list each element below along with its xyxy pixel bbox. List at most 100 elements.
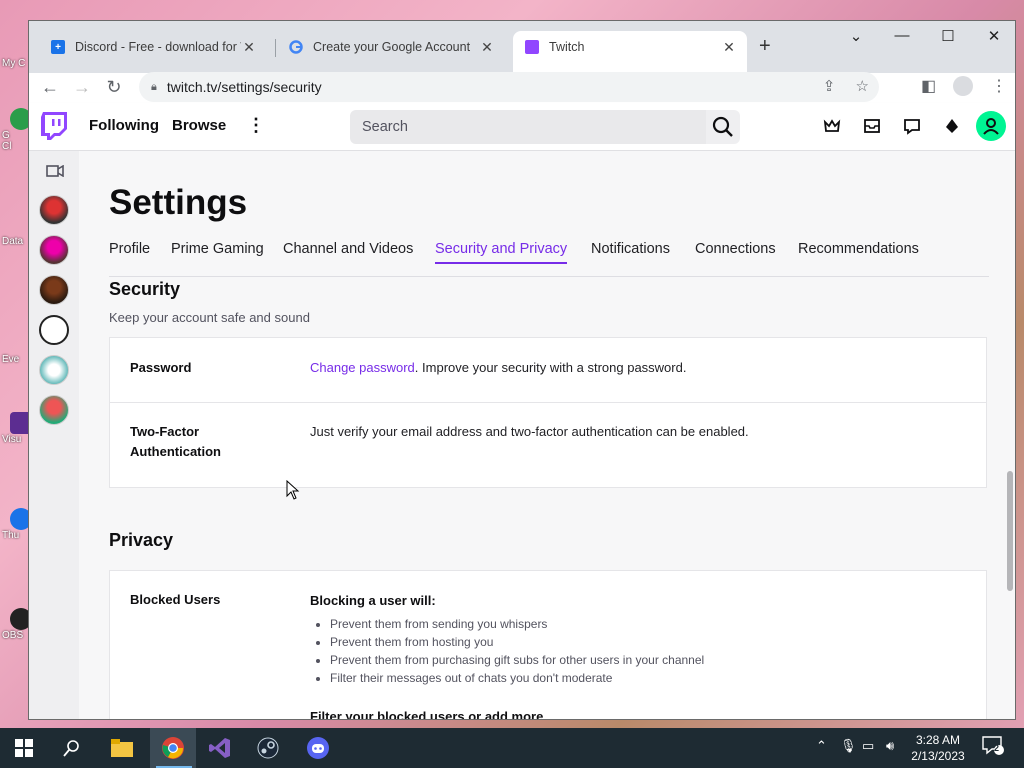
lock-icon[interactable]: 🔒︎ [151, 81, 157, 94]
twitch-logo-icon[interactable] [41, 112, 67, 140]
desktop-icon-thunderbird[interactable]: Thu [2, 508, 32, 541]
tab-recommendations[interactable]: Recommendations [798, 241, 919, 257]
mouse-cursor-icon [286, 480, 300, 500]
close-window-icon[interactable]: ✕ [971, 27, 1015, 45]
discord-favicon-icon: + [51, 40, 65, 54]
file-explorer-icon[interactable] [108, 734, 136, 762]
page-scrollbar[interactable] [1007, 471, 1013, 591]
password-label: Password [130, 360, 192, 375]
bits-gem-icon[interactable] [942, 117, 962, 137]
tab-title: Twitch [549, 40, 585, 54]
user-avatar[interactable] [976, 111, 1006, 141]
close-tab-icon[interactable]: ✕ [241, 39, 257, 56]
tab-google-account[interactable]: Create your Google Account ✕ [277, 31, 505, 63]
browser-window: + Discord - Free - download for W ✕ Crea… [28, 20, 1016, 720]
prime-crown-icon[interactable] [822, 117, 842, 137]
google-favicon-icon [289, 40, 303, 54]
settings-tabs: Profile Prime Gaming Channel and Videos … [109, 241, 989, 277]
whispers-icon[interactable] [902, 117, 922, 137]
search-button[interactable] [706, 110, 740, 144]
channel-avatar[interactable] [39, 235, 69, 265]
bookmark-star-icon[interactable]: ☆ [856, 78, 869, 95]
desktop-icon-obs[interactable]: OBS [2, 608, 32, 641]
twitch-favicon-icon [525, 40, 539, 54]
followed-channels-camera-icon[interactable] [46, 165, 64, 177]
network-icon[interactable]: ▭ [862, 738, 874, 754]
privacy-heading: Privacy [109, 530, 174, 550]
volume-icon[interactable]: 🔊︎ [886, 738, 894, 754]
chrome-taskbar-icon[interactable] [150, 728, 196, 768]
minimize-icon[interactable]: — [879, 27, 925, 44]
search-input[interactable]: Search [350, 110, 706, 144]
password-row: Password Change password. Improve your s… [110, 338, 986, 403]
channel-avatar[interactable] [39, 315, 69, 345]
desktop-icon-google-chrome[interactable]: G Cl [2, 108, 32, 152]
two-factor-row: Two-Factor Authentication Just verify yo… [110, 403, 986, 488]
more-options-icon[interactable]: ⋮ [247, 115, 265, 136]
clock-date: 2/13/2023 [911, 749, 965, 763]
maximize-icon[interactable]: ☐ [925, 27, 971, 45]
password-help-text: . Improve your security with a strong pa… [414, 360, 687, 375]
browser-menu-icon[interactable]: ⋮ [991, 76, 1007, 96]
back-arrow-icon[interactable]: ← [39, 77, 61, 98]
desktop-icon-visual-studio[interactable]: Visu [2, 412, 32, 445]
notification-center-icon[interactable]: 2 [982, 736, 1004, 759]
tab-notifications[interactable]: Notifications [591, 241, 670, 257]
tab-prime-gaming[interactable]: Prime Gaming [171, 241, 264, 257]
notification-count-badge: 2 [994, 743, 1000, 753]
inbox-icon[interactable] [862, 117, 882, 137]
page-title: Settings [109, 183, 248, 222]
tab-profile[interactable]: Profile [109, 241, 150, 257]
privacy-card: Blocked Users Blocking a user will: Prev… [109, 570, 987, 719]
search-icon[interactable] [58, 734, 86, 762]
tab-channel-and-videos[interactable]: Channel and Videos [283, 241, 413, 257]
close-tab-icon[interactable]: ✕ [721, 39, 737, 56]
desktop-icon-everything[interactable]: Eve [2, 354, 28, 365]
share-icon[interactable]: ⇪ [823, 78, 836, 95]
channel-avatar[interactable] [39, 395, 69, 425]
tab-security-and-privacy[interactable]: Security and Privacy [435, 241, 568, 264]
tab-search-chevron-down-icon[interactable]: ⌄ [833, 27, 879, 45]
nav-browse-link[interactable]: Browse [172, 117, 226, 134]
discord-icon[interactable] [304, 734, 332, 762]
microphone-icon[interactable]: 🎙︎ [840, 738, 857, 754]
url-text: twitch.tv/settings/security [166, 79, 322, 95]
desktop-icon-my-computer[interactable]: My C [2, 58, 28, 69]
side-panel-icon[interactable]: ◧ [921, 76, 936, 96]
steam-icon[interactable] [254, 734, 282, 762]
reload-icon[interactable]: ↻ [103, 77, 125, 98]
list-item: Prevent them from purchasing gift subs f… [330, 651, 704, 669]
blocking-title: Blocking a user will: [310, 593, 436, 608]
tab-strip: + Discord - Free - download for W ✕ Crea… [29, 21, 1015, 73]
tab-divider [275, 39, 276, 57]
visual-studio-icon[interactable] [206, 734, 234, 762]
forward-arrow-icon[interactable]: → [71, 77, 93, 98]
system-clock[interactable]: 3:28 AM 2/13/2023 [906, 732, 970, 764]
blocked-users-row: Blocked Users Blocking a user will: Prev… [110, 571, 986, 719]
url-bar[interactable]: 🔒︎ twitch.tv/settings/security ⇪ ☆ [139, 72, 879, 102]
channel-avatar[interactable] [39, 275, 69, 305]
show-hidden-icons-chevron-up-icon[interactable]: ⌃ [816, 738, 827, 754]
nav-following-link[interactable]: Following [89, 117, 159, 134]
search-icon [712, 116, 733, 137]
list-item: Filter their messages out of chats you d… [330, 669, 704, 687]
new-tab-button[interactable]: + [759, 35, 771, 58]
security-heading: Security [109, 279, 181, 299]
channel-avatar[interactable] [39, 195, 69, 225]
tab-connections[interactable]: Connections [695, 241, 776, 257]
tab-twitch[interactable]: Twitch ✕ [513, 31, 747, 73]
taskbar: ⌃ 🎙︎ ▭ 🔊︎ 3:28 AM 2/13/2023 2 [0, 728, 1024, 768]
channel-avatar[interactable] [39, 355, 69, 385]
two-factor-label: Two-Factor Authentication [130, 424, 221, 459]
desktop-icon-data[interactable]: Data [2, 236, 28, 247]
clock-time: 3:28 AM [915, 733, 961, 747]
profile-icon[interactable] [953, 76, 973, 96]
user-icon [983, 118, 999, 135]
change-password-link[interactable]: Change password [310, 360, 415, 375]
start-windows-icon[interactable] [10, 734, 38, 762]
side-nav [29, 151, 79, 719]
password-description: Change password. Improve your security w… [310, 358, 686, 378]
tab-discord[interactable]: + Discord - Free - download for W ✕ [39, 31, 267, 63]
two-factor-description: Just verify your email address and two-f… [310, 424, 749, 439]
close-tab-icon[interactable]: ✕ [479, 39, 495, 56]
